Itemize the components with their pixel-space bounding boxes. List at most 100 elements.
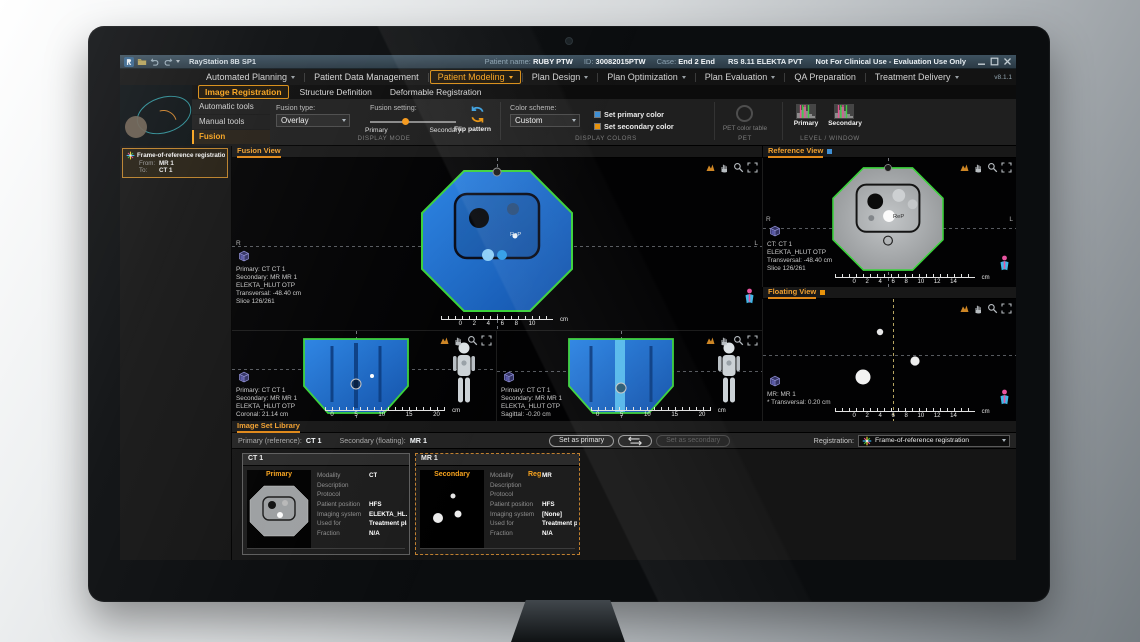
- ribbon-toolbar: Automatic tools Manual tools Fusion Fusi…: [120, 99, 1016, 146]
- fusion-sagittal-view[interactable]: Primary: CT CT 1 Secondary: MR MR 1 ELEK…: [497, 330, 762, 421]
- cube-icon: [767, 373, 783, 389]
- primary-level-window-icon[interactable]: [796, 104, 816, 119]
- set-as-secondary-button[interactable]: Set as secondary: [656, 435, 730, 447]
- redo-icon[interactable]: [163, 57, 173, 67]
- tool-automatic-tools[interactable]: Automatic tools: [192, 100, 270, 114]
- window-level-icon[interactable]: [705, 160, 716, 171]
- primary-reference-label: Primary (reference):: [238, 436, 302, 445]
- card-fields: ModalityMR Description Protocol Patient …: [490, 471, 577, 538]
- swap-primary-secondary-button[interactable]: [618, 435, 652, 447]
- minimize-icon[interactable]: [977, 57, 986, 66]
- app-window: RayStation 8B SP1 Patient name: RUBY PTW…: [120, 55, 1016, 560]
- fullscreen-icon[interactable]: [481, 333, 492, 344]
- flip-pattern-label: Flip pattern: [454, 126, 491, 133]
- registration-label: Registration:: [814, 436, 854, 445]
- case-name: Case: End 2 End: [657, 57, 715, 66]
- set-primary-color-checkbox[interactable]: Set primary color: [594, 110, 664, 119]
- image-set-card-ct1[interactable]: CT 1 Primary ModalityCT Description Prot…: [242, 453, 410, 555]
- zoom-icon[interactable]: [733, 160, 744, 171]
- tab-qa-preparation[interactable]: QA Preparation: [786, 70, 864, 84]
- tab-plan-design[interactable]: Plan Design: [524, 70, 597, 84]
- tab-patient-modeling[interactable]: Patient Modeling: [430, 70, 521, 84]
- pet-color-table-icon[interactable]: [736, 105, 753, 122]
- tool-manual-tools[interactable]: Manual tools: [192, 115, 270, 129]
- patient-orientation-icon: [743, 288, 756, 304]
- view-toolbar: [959, 160, 1012, 171]
- floating-view-header: Floating View: [762, 287, 1016, 299]
- orientation-marker-left: R: [236, 240, 241, 247]
- fullscreen-icon[interactable]: [1001, 301, 1012, 312]
- slider-labels: PrimarySecondary: [365, 127, 461, 134]
- zoom-icon[interactable]: [987, 301, 998, 312]
- fullscreen-icon[interactable]: [747, 333, 758, 344]
- app-logo-icon[interactable]: [124, 57, 134, 67]
- tab-patient-data-management[interactable]: Patient Data Management: [306, 70, 427, 84]
- title-bar: RayStation 8B SP1 Patient name: RUBY PTW…: [120, 55, 1016, 69]
- pan-hand-icon[interactable]: [973, 160, 984, 171]
- reference-view-title: Reference View: [768, 146, 823, 158]
- close-icon[interactable]: [1003, 57, 1012, 66]
- pan-hand-icon[interactable]: [719, 160, 730, 171]
- zoom-icon[interactable]: [467, 333, 478, 344]
- registration-select[interactable]: Frame-of-reference registration: [858, 435, 1010, 447]
- zoom-icon[interactable]: [733, 333, 744, 344]
- zoom-icon[interactable]: [987, 160, 998, 171]
- mr-thumbnail: [420, 470, 484, 548]
- open-folder-icon[interactable]: [137, 57, 147, 67]
- registration-list-item[interactable]: Frame-of-reference registration From:MR …: [122, 148, 228, 178]
- tool-fusion[interactable]: Fusion: [192, 130, 270, 144]
- fusion-view-title: Fusion View: [237, 146, 281, 158]
- card-title: CT 1: [243, 454, 409, 466]
- tab-plan-optimization[interactable]: Plan Optimization: [599, 70, 694, 84]
- maximize-icon[interactable]: [990, 57, 999, 66]
- fusion-type-select[interactable]: Overlay: [276, 114, 350, 127]
- subtab-image-registration[interactable]: Image Registration: [198, 85, 289, 99]
- subtab-deformable-registration[interactable]: Deformable Registration: [383, 85, 489, 99]
- version-label: v8.1.1: [994, 74, 1012, 81]
- quick-access-chevron-icon[interactable]: [176, 60, 180, 63]
- patient-name: Patient name: RUBY PTW: [485, 57, 573, 66]
- view-info: Primary: CT CT 1 Secondary: MR MR 1 ELEK…: [501, 369, 562, 419]
- fullscreen-icon[interactable]: [1001, 160, 1012, 171]
- image-set-card-mr1[interactable]: MR 1 Secondary Reg ModalityMR Descriptio…: [415, 453, 580, 555]
- registration-list-panel: Frame-of-reference registration From:MR …: [120, 146, 232, 560]
- phantom-coronal-render: [296, 334, 416, 418]
- fusion-setting-slider[interactable]: [370, 121, 456, 123]
- level-window-section-label: LEVEL / WINDOW: [782, 135, 878, 142]
- view-toolbar: [705, 333, 758, 344]
- fusion-transversal-view[interactable]: R L ReP Primary: CT CT 1 Secondary: MR M…: [232, 158, 762, 330]
- orientation-marker-left: R: [766, 216, 771, 223]
- poi-label: ReP: [510, 232, 521, 238]
- primary-reference-value: CT 1: [306, 436, 322, 445]
- window-level-icon[interactable]: [959, 301, 970, 312]
- pan-hand-icon[interactable]: [719, 333, 730, 344]
- fusion-coronal-view[interactable]: Primary: CT CT 1 Secondary: MR MR 1 ELEK…: [232, 330, 497, 421]
- pet-color-table-label: PET color table: [714, 125, 776, 132]
- window-level-icon[interactable]: [705, 333, 716, 344]
- frame-of-reference-icon: [126, 151, 135, 160]
- window-level-icon[interactable]: [439, 333, 450, 344]
- pan-hand-icon[interactable]: [453, 333, 464, 344]
- flip-pattern-icon[interactable]: [468, 105, 487, 124]
- floating-view[interactable]: MR: MR 1 * Transversal: 0.20 cm 0 2 4 6 …: [762, 299, 1016, 421]
- window-level-icon[interactable]: [959, 160, 970, 171]
- fusion-setting-label: Fusion setting:: [370, 103, 417, 112]
- undo-icon[interactable]: [150, 57, 160, 67]
- color-scheme-select[interactable]: Custom: [510, 114, 580, 127]
- fullscreen-icon[interactable]: [747, 160, 758, 171]
- slider-knob[interactable]: [402, 118, 409, 125]
- set-as-primary-button[interactable]: Set as primary: [549, 435, 614, 447]
- tab-treatment-delivery[interactable]: Treatment Delivery: [867, 70, 967, 84]
- tab-automated-planning[interactable]: Automated Planning: [198, 70, 303, 84]
- primary-level-window-label: Primary: [788, 120, 824, 127]
- scale-ruler: 0 5 10 15 20 cm: [591, 407, 711, 418]
- reference-view[interactable]: R L ReP CT: CT 1 ELEKTA_HLUT OTP Transve…: [762, 158, 1016, 287]
- image-set-library-header: Image Set Library: [232, 421, 1016, 433]
- set-secondary-color-checkbox[interactable]: Set secondary color: [594, 122, 674, 131]
- subtab-structure-definition[interactable]: Structure Definition: [293, 85, 379, 99]
- pan-hand-icon[interactable]: [973, 301, 984, 312]
- tab-plan-evaluation[interactable]: Plan Evaluation: [697, 70, 784, 84]
- phantom-figure-render: [452, 341, 476, 405]
- floating-view-title: Floating View: [768, 287, 816, 299]
- secondary-level-window-icon[interactable]: [834, 104, 854, 119]
